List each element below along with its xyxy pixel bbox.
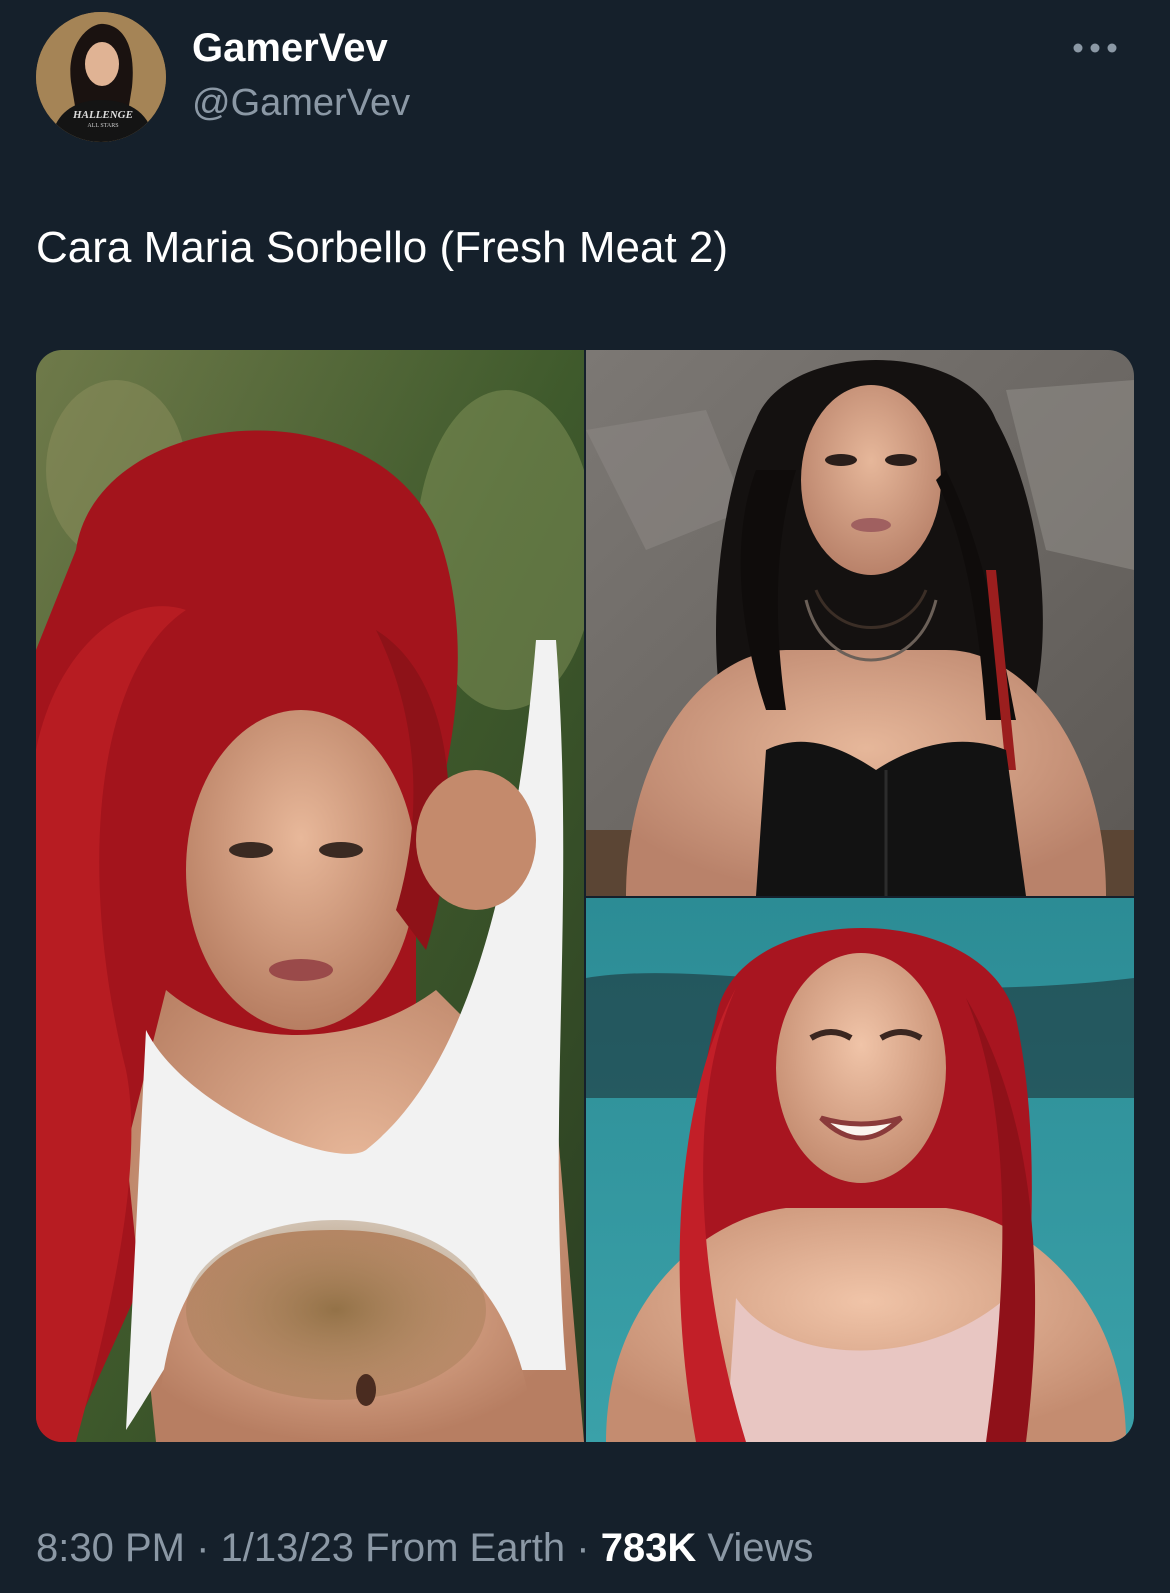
more-dots-icon[interactable] [1070, 36, 1120, 60]
svg-text:ALL STARS: ALL STARS [87, 123, 118, 129]
views-label: Views [696, 1526, 814, 1570]
display-name[interactable]: GamerVev [192, 24, 388, 72]
avatar[interactable]: HALLENGE ALL STARS [36, 12, 166, 142]
media-grid [36, 350, 1134, 1442]
tweet: HALLENGE ALL STARS GamerVev @GamerVev Ca… [0, 0, 1170, 1593]
timestamp-time[interactable]: 8:30 PM [36, 1526, 185, 1570]
tweet-meta: 8:30 PM · 1/13/23 From Earth · 783K View… [36, 1524, 813, 1572]
source: From Earth [353, 1526, 566, 1570]
separator: · [565, 1526, 601, 1570]
tweet-text: Cara Maria Sorbello (Fresh Meat 2) [36, 223, 729, 272]
timestamp-date[interactable]: 1/13/23 [221, 1526, 354, 1570]
handle[interactable]: @GamerVev [192, 80, 410, 126]
avatar-image: HALLENGE ALL STARS [36, 12, 166, 142]
views-count: 783K [600, 1526, 697, 1570]
photo-3[interactable] [586, 898, 1134, 1442]
photo-2[interactable] [586, 350, 1134, 896]
separator: · [184, 1526, 221, 1570]
svg-text:HALLENGE: HALLENGE [72, 109, 133, 121]
photo-1[interactable] [36, 350, 584, 1442]
